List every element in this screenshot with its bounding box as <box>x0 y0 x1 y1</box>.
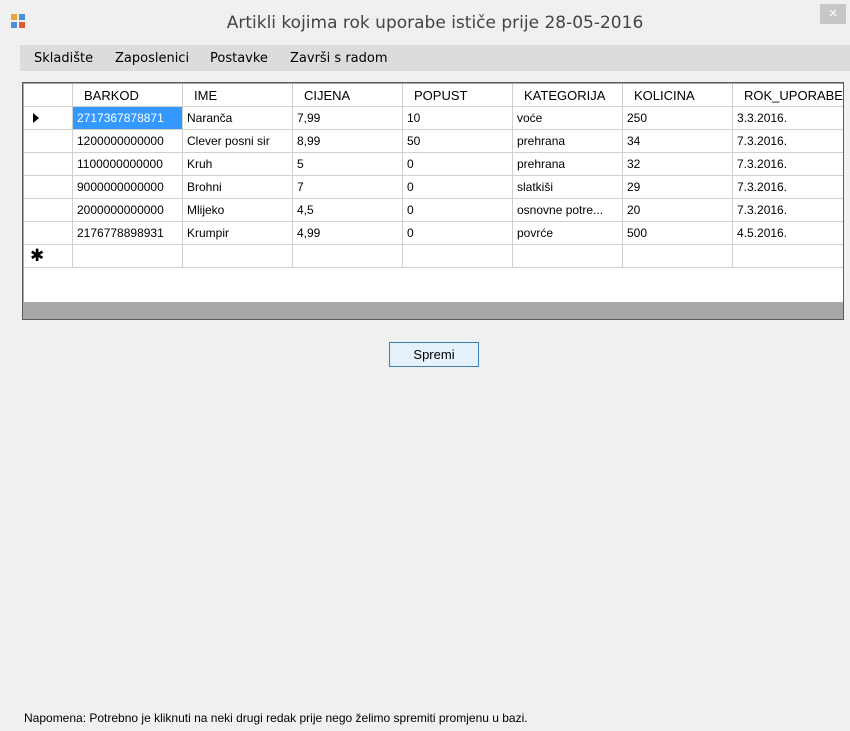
table-cell-cijena[interactable]: 4,99 <box>293 222 403 245</box>
new-row-cell[interactable] <box>73 245 183 268</box>
menu-bar: Skladište Zaposlenici Postavke Završi s … <box>20 45 850 71</box>
new-row-cell[interactable] <box>183 245 293 268</box>
title-bar: Artikli kojima rok uporabe ističe prije … <box>0 0 850 44</box>
table-cell-kategorija[interactable]: povrće <box>513 222 623 245</box>
table-cell-cijena[interactable]: 8,99 <box>293 130 403 153</box>
new-row-cell[interactable] <box>623 245 733 268</box>
new-row-cell[interactable] <box>733 245 843 268</box>
table-cell-barkod[interactable]: 2000000000000 <box>73 199 183 222</box>
column-header-kategorija[interactable]: KATEGORIJA <box>513 84 623 107</box>
table-cell-barkod[interactable]: 1100000000000 <box>73 153 183 176</box>
table-cell-ime[interactable]: Kruh <box>183 153 293 176</box>
column-header-cijena[interactable]: CIJENA <box>293 84 403 107</box>
table-cell-rok-uporabe[interactable]: 4.5.2016. <box>733 222 843 245</box>
footer-note: Napomena: Potrebno je kliknuti na neki d… <box>24 711 528 725</box>
new-row-cell[interactable] <box>513 245 623 268</box>
new-row-asterisk-icon: ✱ <box>30 246 45 265</box>
table-cell-rok-uporabe[interactable]: 7.3.2016. <box>733 176 843 199</box>
table-cell-kolicina[interactable]: 500 <box>623 222 733 245</box>
table-cell-ime[interactable]: Mlijeko <box>183 199 293 222</box>
table-cell-kategorija[interactable]: voće <box>513 107 623 130</box>
table-cell-barkod[interactable]: 2717367878871 <box>73 107 183 130</box>
menu-item-postavke[interactable]: Postavke <box>210 51 268 66</box>
new-row-cell[interactable] <box>293 245 403 268</box>
table-cell-kolicina[interactable]: 34 <box>623 130 733 153</box>
table-cell-cijena[interactable]: 7,99 <box>293 107 403 130</box>
menu-item-zavrsi[interactable]: Završi s radom <box>290 51 388 66</box>
table-cell-rok-uporabe[interactable]: 7.3.2016. <box>733 153 843 176</box>
table-cell-kolicina[interactable]: 250 <box>623 107 733 130</box>
table-cell-popust[interactable]: 0 <box>403 199 513 222</box>
new-row-cell[interactable] <box>403 245 513 268</box>
table-cell-kolicina[interactable]: 32 <box>623 153 733 176</box>
table-cell-rok-uporabe[interactable]: 3.3.2016. <box>733 107 843 130</box>
row-header[interactable] <box>24 222 73 245</box>
row-header[interactable] <box>24 153 73 176</box>
table-cell-barkod[interactable]: 9000000000000 <box>73 176 183 199</box>
table-cell-cijena[interactable]: 4,5 <box>293 199 403 222</box>
row-header[interactable] <box>24 107 73 130</box>
column-header-rok-uporabe[interactable]: ROK_UPORABE <box>733 84 843 107</box>
table-cell-rok-uporabe[interactable]: 7.3.2016. <box>733 130 843 153</box>
menu-item-zaposlenici[interactable]: Zaposlenici <box>115 51 189 66</box>
table-cell-kategorija[interactable]: slatkiši <box>513 176 623 199</box>
left-margin <box>0 44 20 731</box>
column-header-ime[interactable]: IME <box>183 84 293 107</box>
row-header[interactable] <box>24 199 73 222</box>
data-grid[interactable]: BARKOD IME CIJENA POPUST KATEGORIJA KOLICINA R… <box>22 82 844 320</box>
menu-item-skladiste[interactable]: Skladište <box>34 51 93 66</box>
table-cell-kategorija[interactable]: osnovne potre... <box>513 199 623 222</box>
table-cell-popust[interactable]: 10 <box>403 107 513 130</box>
table-cell-popust[interactable]: 0 <box>403 176 513 199</box>
column-header-popust[interactable]: POPUST <box>403 84 513 107</box>
window-title: Artikli kojima rok uporabe ističe prije … <box>226 13 644 33</box>
table-cell-barkod[interactable]: 1200000000000 <box>73 130 183 153</box>
column-header-kolicina[interactable]: KOLICINA <box>623 84 733 107</box>
table-cell-popust[interactable]: 0 <box>403 153 513 176</box>
data-grid-body: BARKOD IME CIJENA POPUST KATEGORIJA KOLICINA R… <box>24 84 843 302</box>
table-cell-popust[interactable]: 0 <box>403 222 513 245</box>
table-cell-cijena[interactable]: 5 <box>293 153 403 176</box>
row-header[interactable] <box>24 176 73 199</box>
table-cell-ime[interactable]: Naranča <box>183 107 293 130</box>
current-row-arrow-icon <box>33 113 39 123</box>
table-cell-popust[interactable]: 50 <box>403 130 513 153</box>
table-cell-kategorija[interactable]: prehrana <box>513 153 623 176</box>
row-header[interactable] <box>24 130 73 153</box>
table-cell-cijena[interactable]: 7 <box>293 176 403 199</box>
table-cell-ime[interactable]: Krumpir <box>183 222 293 245</box>
save-button[interactable]: Spremi <box>389 342 479 367</box>
grid-corner-header[interactable] <box>24 84 73 107</box>
table-cell-rok-uporabe[interactable]: 7.3.2016. <box>733 199 843 222</box>
column-header-barkod[interactable]: BARKOD <box>73 84 183 107</box>
table-cell-kolicina[interactable]: 20 <box>623 199 733 222</box>
table-cell-barkod[interactable]: 2176778898931 <box>73 222 183 245</box>
table-cell-kategorija[interactable]: prehrana <box>513 130 623 153</box>
table-cell-kolicina[interactable]: 29 <box>623 176 733 199</box>
table-cell-ime[interactable]: Brohni <box>183 176 293 199</box>
close-button[interactable]: × <box>820 4 846 24</box>
new-row-header[interactable]: ✱ <box>24 245 73 268</box>
table-cell-ime[interactable]: Clever posni sir <box>183 130 293 153</box>
